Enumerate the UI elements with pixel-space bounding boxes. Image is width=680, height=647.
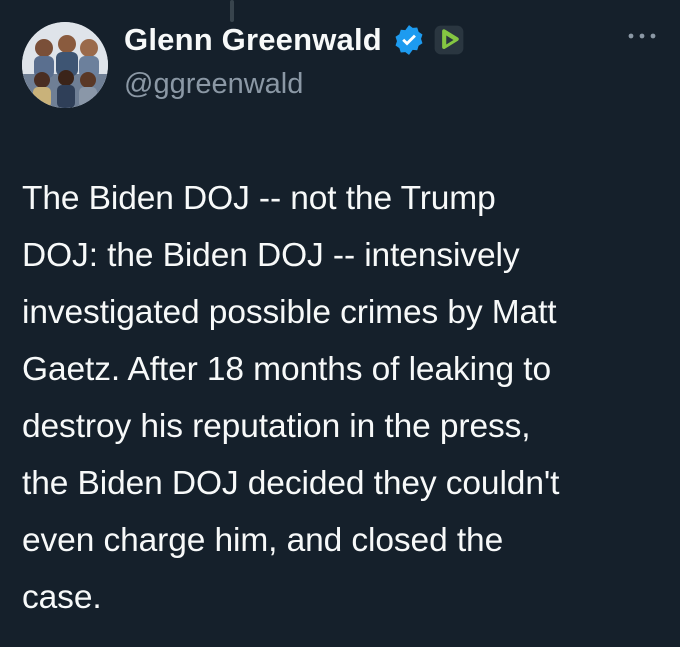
group-photo-avatar-icon [22, 22, 108, 108]
tweet-card[interactable]: Glenn Greenwald @ggreenwald The Biden DO… [0, 0, 680, 647]
verified-badge-icon [395, 25, 423, 55]
rumble-badge-icon [434, 25, 464, 55]
tweet-text: The Biden DOJ -- not the Trump DOJ: the … [22, 180, 560, 616]
more-options-button[interactable] [620, 26, 664, 46]
author-handle[interactable]: @ggreenwald [124, 68, 303, 101]
author-display-name[interactable]: Glenn Greenwald [124, 22, 382, 58]
avatar[interactable] [22, 22, 108, 108]
more-horizontal-icon [628, 33, 656, 39]
author-name-row[interactable]: Glenn Greenwald [124, 18, 464, 62]
